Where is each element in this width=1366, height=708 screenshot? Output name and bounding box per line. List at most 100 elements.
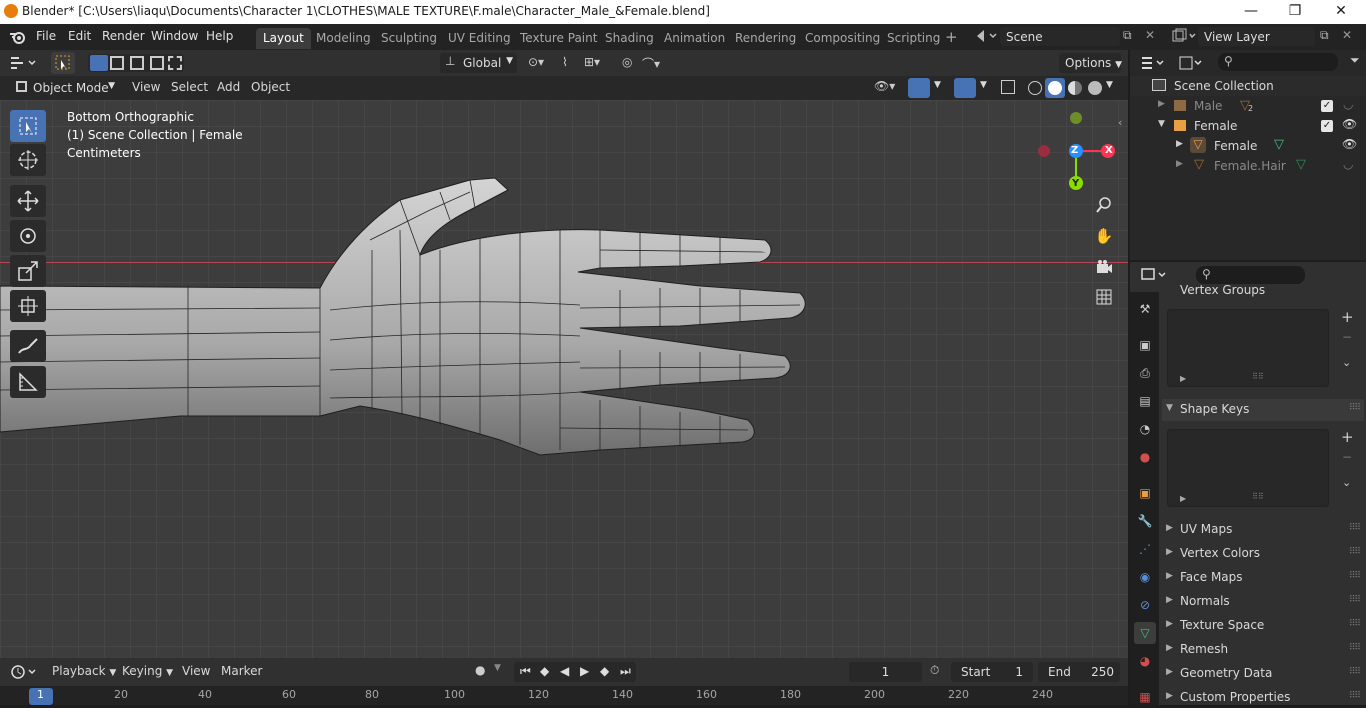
chevron-down-icon[interactable]: ▼ <box>980 80 987 90</box>
options-dropdown[interactable]: Options ▼ <box>1059 53 1122 73</box>
delete-scene-icon[interactable]: ✕ <box>1145 28 1155 42</box>
resize-grip-icon[interactable]: ⠿⠿ <box>1252 492 1264 501</box>
object-mode-dropdown[interactable]: Object Mode ▼ <box>11 78 119 98</box>
snap-target-icon[interactable]: ⊞▾ <box>584 55 600 69</box>
minimize-button[interactable]: — <box>1228 0 1274 24</box>
sidebar-toggle-icon[interactable]: ‹ <box>1118 116 1122 129</box>
drag-grip-icon[interactable]: ⠿⠿ <box>1349 667 1361 677</box>
add-vertex-group-icon[interactable]: + <box>1341 308 1354 326</box>
mode-subtract-icon[interactable] <box>130 56 144 70</box>
outliner-row-female-object[interactable]: ▶ ▽ Female ▽ 👁 <box>1130 136 1366 156</box>
viewport-menu-object[interactable]: Object <box>251 80 290 94</box>
scene-selector-icon[interactable] <box>974 28 998 44</box>
camera-view-button[interactable] <box>1092 255 1116 279</box>
eye-icon[interactable]: 👁 <box>1342 117 1357 131</box>
hand-mesh[interactable] <box>0 100 1128 658</box>
new-view-layer-icon[interactable]: ⧉ <box>1320 28 1329 43</box>
tab-render-icon[interactable]: ▣ <box>1134 334 1156 356</box>
rotate-tool-button[interactable] <box>10 220 46 252</box>
section-vertex-colors[interactable]: ▶ Vertex Colors ⠿⠿ <box>1162 543 1364 565</box>
proportional-falloff-icon[interactable]: ⌒▾ <box>642 55 660 72</box>
filter-icon[interactable]: ⏷ <box>1350 53 1360 68</box>
expand-arrow-icon[interactable]: ▶ <box>1158 99 1165 109</box>
delete-view-layer-icon[interactable]: ✕ <box>1342 28 1352 42</box>
drag-grip-icon[interactable]: ⠿⠿ <box>1349 547 1361 557</box>
section-normals[interactable]: ▶ Normals ⠿⠿ <box>1162 591 1364 613</box>
shape-key-menu-icon[interactable]: ⌄ <box>1342 476 1351 489</box>
tab-particles-icon[interactable]: ⋰ <box>1134 538 1156 560</box>
tab-object-icon[interactable]: ▣ <box>1134 482 1156 504</box>
select-tool-button[interactable] <box>10 110 46 142</box>
proportional-edit-icon[interactable]: ◎ <box>622 55 632 69</box>
visibility-icon[interactable]: 👁▾ <box>874 79 895 93</box>
add-workspace-icon[interactable]: + <box>945 28 958 46</box>
zoom-button[interactable] <box>1092 193 1116 217</box>
tab-material-icon[interactable]: ◕ <box>1134 650 1156 672</box>
cursor-tool-button[interactable] <box>10 144 46 176</box>
drag-grip-icon[interactable]: ⠿⠿ <box>1349 595 1361 605</box>
outliner-row-male[interactable]: ▶ Male ▽ 2 ✓ ◡ <box>1130 96 1366 116</box>
tab-animation[interactable]: Animation <box>657 28 732 49</box>
tab-uv-editing[interactable]: UV Editing <box>441 28 518 49</box>
tab-rendering[interactable]: Rendering <box>728 28 803 49</box>
tab-modeling[interactable]: Modeling <box>309 28 378 49</box>
jump-end-icon[interactable]: ⏭ <box>620 664 631 679</box>
remove-vertex-group-icon[interactable]: − <box>1342 330 1352 344</box>
section-shape-keys[interactable]: ▼ Shape Keys ⠿⠿ <box>1162 399 1364 421</box>
prev-keyframe-icon[interactable]: ◆ <box>540 664 549 678</box>
eye-icon[interactable]: 👁 <box>1342 137 1357 151</box>
outliner-search-input[interactable]: ⚲ <box>1218 53 1338 71</box>
vertex-groups-list[interactable]: ▶ ⠿⠿ <box>1167 309 1329 387</box>
material-shading-icon[interactable] <box>1068 81 1082 95</box>
section-texture-space[interactable]: ▶ Texture Space ⠿⠿ <box>1162 615 1364 637</box>
tab-modifiers-icon[interactable]: 🔧 <box>1134 510 1156 532</box>
add-shape-key-icon[interactable]: + <box>1341 428 1354 446</box>
maximize-button[interactable]: ❐ <box>1272 0 1318 24</box>
snap-toggle-icon[interactable]: ⌇ <box>562 55 568 69</box>
outliner-row-female-hair[interactable]: ▶ ▽ Female.Hair ▽ ◡ <box>1130 156 1366 176</box>
measure-tool-button[interactable] <box>10 366 46 398</box>
resize-grip-icon[interactable]: ⠿⠿ <box>1252 372 1264 381</box>
xray-toggle-icon[interactable] <box>1001 80 1015 94</box>
3d-viewport[interactable]: Bottom Orthographic (1) Scene Collection… <box>0 100 1128 658</box>
overlay-toggle-icon[interactable] <box>954 78 976 98</box>
tab-view-layer-icon[interactable]: ▤ <box>1134 390 1156 412</box>
timeline-view-menu[interactable]: View <box>182 664 210 678</box>
timeline-editor-icon[interactable] <box>10 664 40 680</box>
chevron-down-icon[interactable]: ▼ <box>934 80 941 90</box>
outliner-editor-icon[interactable] <box>1140 55 1166 71</box>
tab-output-icon[interactable]: ⎙ <box>1134 362 1156 384</box>
tab-scripting[interactable]: Scripting <box>880 28 947 49</box>
solid-shading-icon[interactable] <box>1045 78 1065 98</box>
playback-menu[interactable]: Playback ▼ <box>52 664 116 678</box>
chevron-down-icon[interactable]: ▼ <box>1106 80 1113 90</box>
play-icon[interactable]: ▶ <box>580 664 589 678</box>
ortho-toggle-button[interactable] <box>1092 285 1116 309</box>
viewport-menu-view[interactable]: View <box>132 80 160 94</box>
viewport-menu-add[interactable]: Add <box>217 80 240 94</box>
tab-world-icon[interactable]: ● <box>1134 446 1156 468</box>
transform-orientation-dropdown[interactable]: ⊥ Global ▼ <box>440 53 517 73</box>
view-layer-icon[interactable] <box>1171 28 1197 44</box>
keying-menu[interactable]: Keying ▼ <box>122 664 173 678</box>
expand-arrow-icon[interactable]: ▶ <box>1180 374 1186 383</box>
drag-grip-icon[interactable]: ⠿⠿ <box>1349 691 1361 701</box>
start-frame-field[interactable]: Start 1 <box>951 662 1033 682</box>
new-scene-icon[interactable]: ⧉ <box>1123 28 1132 43</box>
select-box-tool-button[interactable] <box>51 52 75 74</box>
play-reverse-icon[interactable]: ◀ <box>560 664 569 678</box>
hidden-eye-icon[interactable]: ◡ <box>1343 97 1353 111</box>
menu-render[interactable]: Render <box>102 29 145 43</box>
tab-mesh-data-icon[interactable]: ▽ <box>1134 622 1156 644</box>
shape-keys-list[interactable]: ▶ ⠿⠿ <box>1167 429 1329 507</box>
tab-layout[interactable]: Layout <box>256 28 311 49</box>
outliner-row-female-collection[interactable]: ▼ Female ✓ 👁 <box>1130 116 1366 136</box>
section-geometry-data[interactable]: ▶ Geometry Data ⠿⠿ <box>1162 663 1364 685</box>
view-layer-field[interactable]: View Layer <box>1198 27 1315 46</box>
wireframe-shading-icon[interactable] <box>1028 81 1042 95</box>
marker-menu[interactable]: Marker <box>221 664 262 678</box>
exclude-checkbox[interactable]: ✓ <box>1321 120 1333 132</box>
scene-name-field[interactable]: Scene <box>1000 27 1120 46</box>
section-uv-maps[interactable]: ▶ UV Maps ⠿⠿ <box>1162 519 1364 541</box>
jump-start-icon[interactable]: ⏮ <box>520 664 531 679</box>
